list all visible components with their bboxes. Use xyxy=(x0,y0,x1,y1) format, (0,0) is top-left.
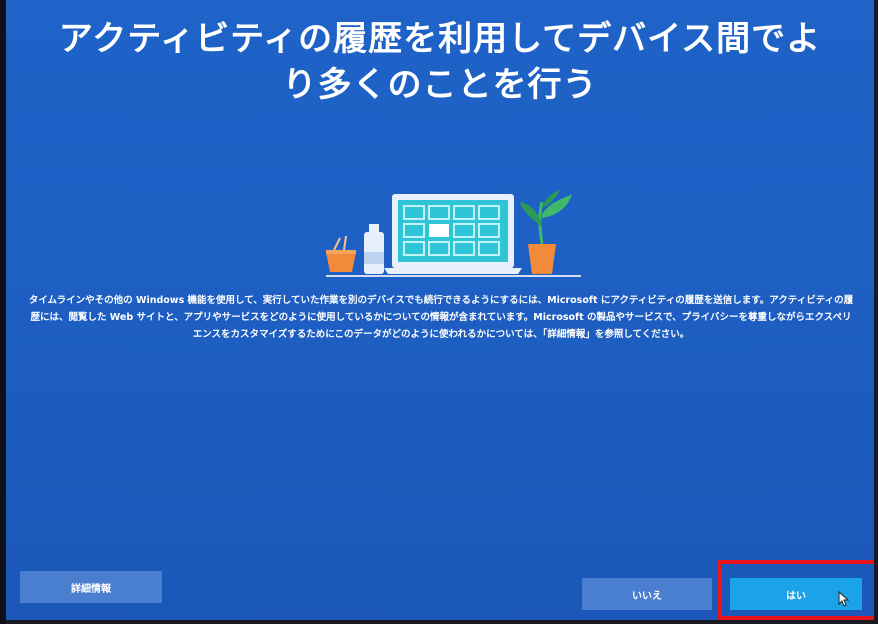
title-line-1: アクティビティの履歴を利用してデバイス間でよ xyxy=(58,19,822,59)
page-title: アクティビティの履歴を利用してデバイス間でよ り多くのことを行う xyxy=(26,16,854,108)
mouse-pointer-icon xyxy=(838,591,850,607)
yes-button-highlight xyxy=(718,560,874,620)
oobe-activity-history-screen: アクティビティの履歴を利用してデバイス間でよ り多くのことを行う タイムラインや… xyxy=(6,0,874,620)
laptop-illustration xyxy=(326,190,581,277)
title-line-2: り多くのことを行う xyxy=(282,65,598,105)
details-button[interactable]: 詳細情報 xyxy=(20,571,162,603)
description-text: タイムラインやその他の Windows 機能を使用して、実行していた作業を別のデ… xyxy=(28,295,854,340)
no-button[interactable]: いいえ xyxy=(582,578,712,610)
